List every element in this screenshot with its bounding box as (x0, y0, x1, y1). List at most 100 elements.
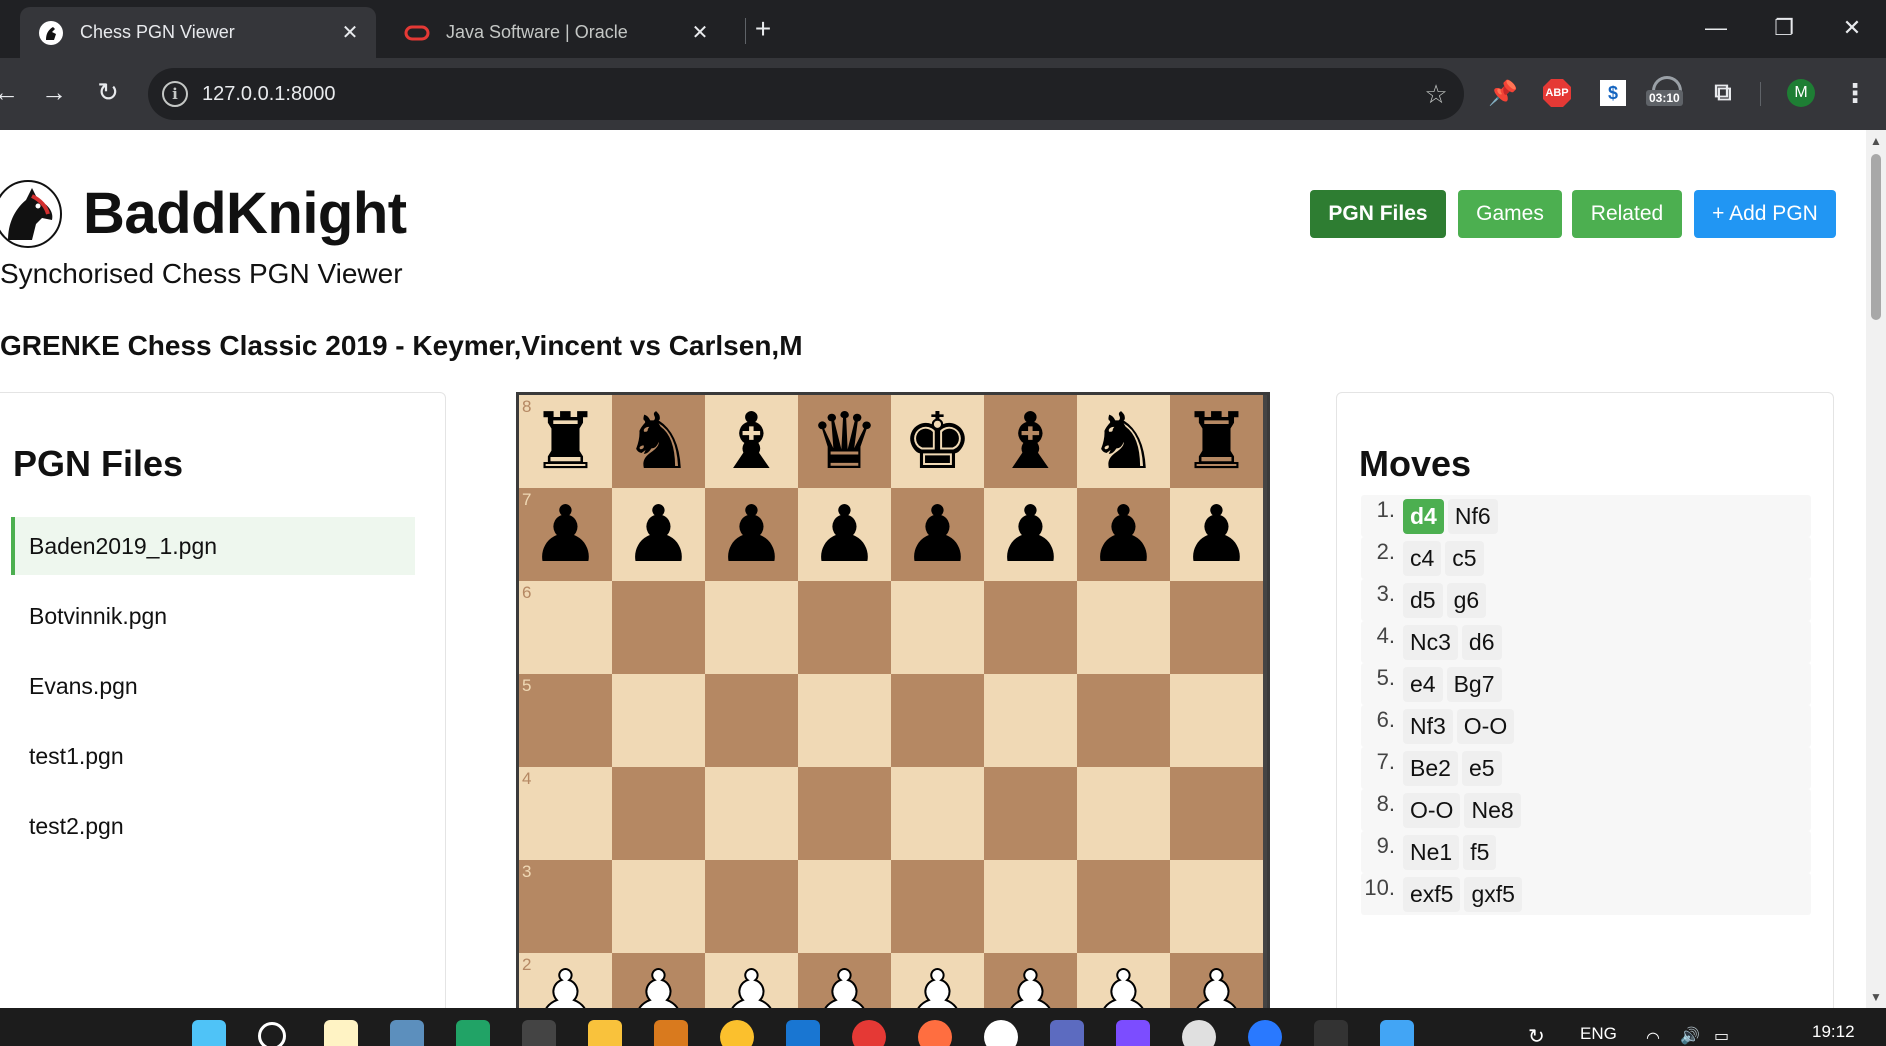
board-square[interactable] (1170, 767, 1263, 860)
scrollbar-thumb[interactable] (1871, 154, 1881, 320)
black-pawn-icon[interactable]: ♟ (984, 488, 1077, 581)
black-move[interactable]: Bg7 (1446, 666, 1502, 702)
board-square[interactable] (1077, 674, 1170, 767)
board-square[interactable]: 2 ♟ (519, 953, 612, 1008)
black-move[interactable]: e5 (1461, 750, 1502, 786)
board-square[interactable] (612, 581, 705, 674)
board-square[interactable]: ♟ (1077, 953, 1170, 1008)
add-pgn-button[interactable]: + Add PGN (1694, 190, 1836, 238)
black-rook-icon[interactable]: ♜ (1170, 395, 1263, 488)
board-square[interactable]: ♟ (1077, 488, 1170, 581)
vscode-icon[interactable] (786, 1020, 820, 1046)
black-move[interactable]: c5 (1445, 540, 1484, 576)
black-move[interactable]: d6 (1461, 624, 1502, 660)
board-square[interactable] (1077, 767, 1170, 860)
close-tab-icon[interactable]: ✕ (336, 19, 364, 47)
board-square[interactable]: 6 (519, 581, 612, 674)
white-move[interactable]: Nf3 (1403, 708, 1453, 744)
site-info-icon[interactable]: i (162, 81, 188, 107)
visual-studio-icon[interactable] (456, 1020, 490, 1046)
board-square[interactable]: ♟ (891, 488, 984, 581)
pin-icon[interactable]: 📌 (1486, 76, 1520, 110)
minimize-icon[interactable]: — (1696, 10, 1736, 46)
board-square[interactable]: ♜ (1170, 395, 1263, 488)
pgn-file-item[interactable]: Botvinnik.pgn (11, 587, 415, 645)
board-square[interactable]: ♟ (984, 488, 1077, 581)
url-text[interactable]: 127.0.0.1:8000 (202, 83, 1416, 106)
board-square[interactable] (1077, 581, 1170, 674)
white-pawn-icon[interactable]: ♟ (612, 953, 705, 1009)
app-dark-icon[interactable] (1314, 1020, 1348, 1046)
board-square[interactable] (984, 581, 1077, 674)
board-square[interactable] (984, 674, 1077, 767)
tab-java-software-oracle[interactable]: Java Software | Oracle ✕ (386, 7, 726, 58)
app-circle-icon[interactable] (1248, 1020, 1282, 1046)
forward-icon[interactable]: → (34, 72, 74, 112)
bookmark-star-icon[interactable]: ☆ (1416, 79, 1456, 110)
scroll-down-icon[interactable]: ▼ (1869, 990, 1883, 1004)
black-move[interactable]: O-O (1456, 708, 1515, 744)
goland-icon[interactable] (1116, 1020, 1150, 1046)
board-square[interactable]: ♚ (891, 395, 984, 488)
search-icon[interactable] (258, 1022, 286, 1046)
white-move[interactable]: d5 (1403, 582, 1443, 618)
board-square[interactable] (705, 767, 798, 860)
board-square[interactable] (612, 767, 705, 860)
extensions-puzzle-icon[interactable]: ⧉ (1706, 76, 1740, 110)
board-square[interactable]: ♝ (984, 395, 1077, 488)
app-blue-icon[interactable] (1050, 1020, 1084, 1046)
board-square[interactable] (1170, 581, 1263, 674)
pgn-file-item[interactable]: test2.pgn (11, 797, 415, 855)
black-queen-icon[interactable]: ♛ (798, 395, 891, 488)
media-player-icon[interactable] (1182, 1020, 1216, 1046)
white-move[interactable]: O-O (1403, 792, 1461, 828)
language-indicator[interactable]: ENG (1580, 1024, 1617, 1044)
soccer-app-icon[interactable] (984, 1020, 1018, 1046)
black-bishop-icon[interactable]: ♝ (705, 395, 798, 488)
black-move[interactable]: Ne8 (1464, 792, 1521, 828)
board-square[interactable]: 8 ♜ (519, 395, 612, 488)
board-square[interactable] (612, 860, 705, 953)
new-tab-icon[interactable]: + (748, 14, 778, 44)
white-pawn-icon[interactable]: ♟ (519, 953, 612, 1009)
board-square[interactable] (891, 581, 984, 674)
notepad-icon[interactable] (1380, 1020, 1414, 1046)
board-square[interactable]: ♟ (984, 953, 1077, 1008)
file-explorer-icon[interactable] (588, 1020, 622, 1046)
adblock-plus-icon[interactable]: ABP (1540, 76, 1574, 110)
white-pawn-icon[interactable]: ♟ (798, 953, 891, 1009)
start-icon[interactable] (192, 1020, 226, 1046)
board-square[interactable]: ♟ (612, 953, 705, 1008)
wifi-icon[interactable]: ◠ (1646, 1028, 1660, 1046)
black-knight-icon[interactable]: ♞ (1077, 395, 1170, 488)
board-square[interactable] (705, 581, 798, 674)
white-pawn-icon[interactable]: ♟ (705, 953, 798, 1009)
address-bar[interactable]: i 127.0.0.1:8000 ☆ (148, 68, 1464, 120)
nav-games-button[interactable]: Games (1458, 190, 1562, 238)
black-pawn-icon[interactable]: ♟ (705, 488, 798, 581)
black-pawn-icon[interactable]: ♟ (612, 488, 705, 581)
battery-icon[interactable]: ▭ (1714, 1026, 1729, 1046)
board-square[interactable] (798, 860, 891, 953)
white-move[interactable]: d4 (1403, 498, 1444, 534)
extension-s-icon[interactable]: $ (1596, 76, 1630, 110)
board-square[interactable]: ♟ (891, 953, 984, 1008)
white-move[interactable]: Nc3 (1403, 624, 1458, 660)
reload-icon[interactable]: ↻ (88, 72, 128, 112)
black-rook-icon[interactable]: ♜ (519, 395, 612, 488)
board-square[interactable]: ♟ (612, 488, 705, 581)
black-move[interactable]: f5 (1463, 834, 1497, 870)
pgn-file-item[interactable]: Baden2019_1.pgn (11, 517, 415, 575)
board-square[interactable] (798, 674, 891, 767)
board-square[interactable]: 5 (519, 674, 612, 767)
pgn-file-item[interactable]: test1.pgn (11, 727, 415, 785)
board-square[interactable]: 4 (519, 767, 612, 860)
chrome-icon[interactable] (852, 1020, 886, 1046)
black-move[interactable]: gxf5 (1464, 876, 1522, 912)
board-square[interactable]: ♝ (705, 395, 798, 488)
white-pawn-icon[interactable]: ♟ (984, 953, 1077, 1009)
board-square[interactable] (984, 860, 1077, 953)
black-pawn-icon[interactable]: ♟ (1170, 488, 1263, 581)
profile-avatar[interactable]: M (1784, 76, 1818, 110)
scroll-up-icon[interactable]: ▲ (1869, 134, 1883, 148)
